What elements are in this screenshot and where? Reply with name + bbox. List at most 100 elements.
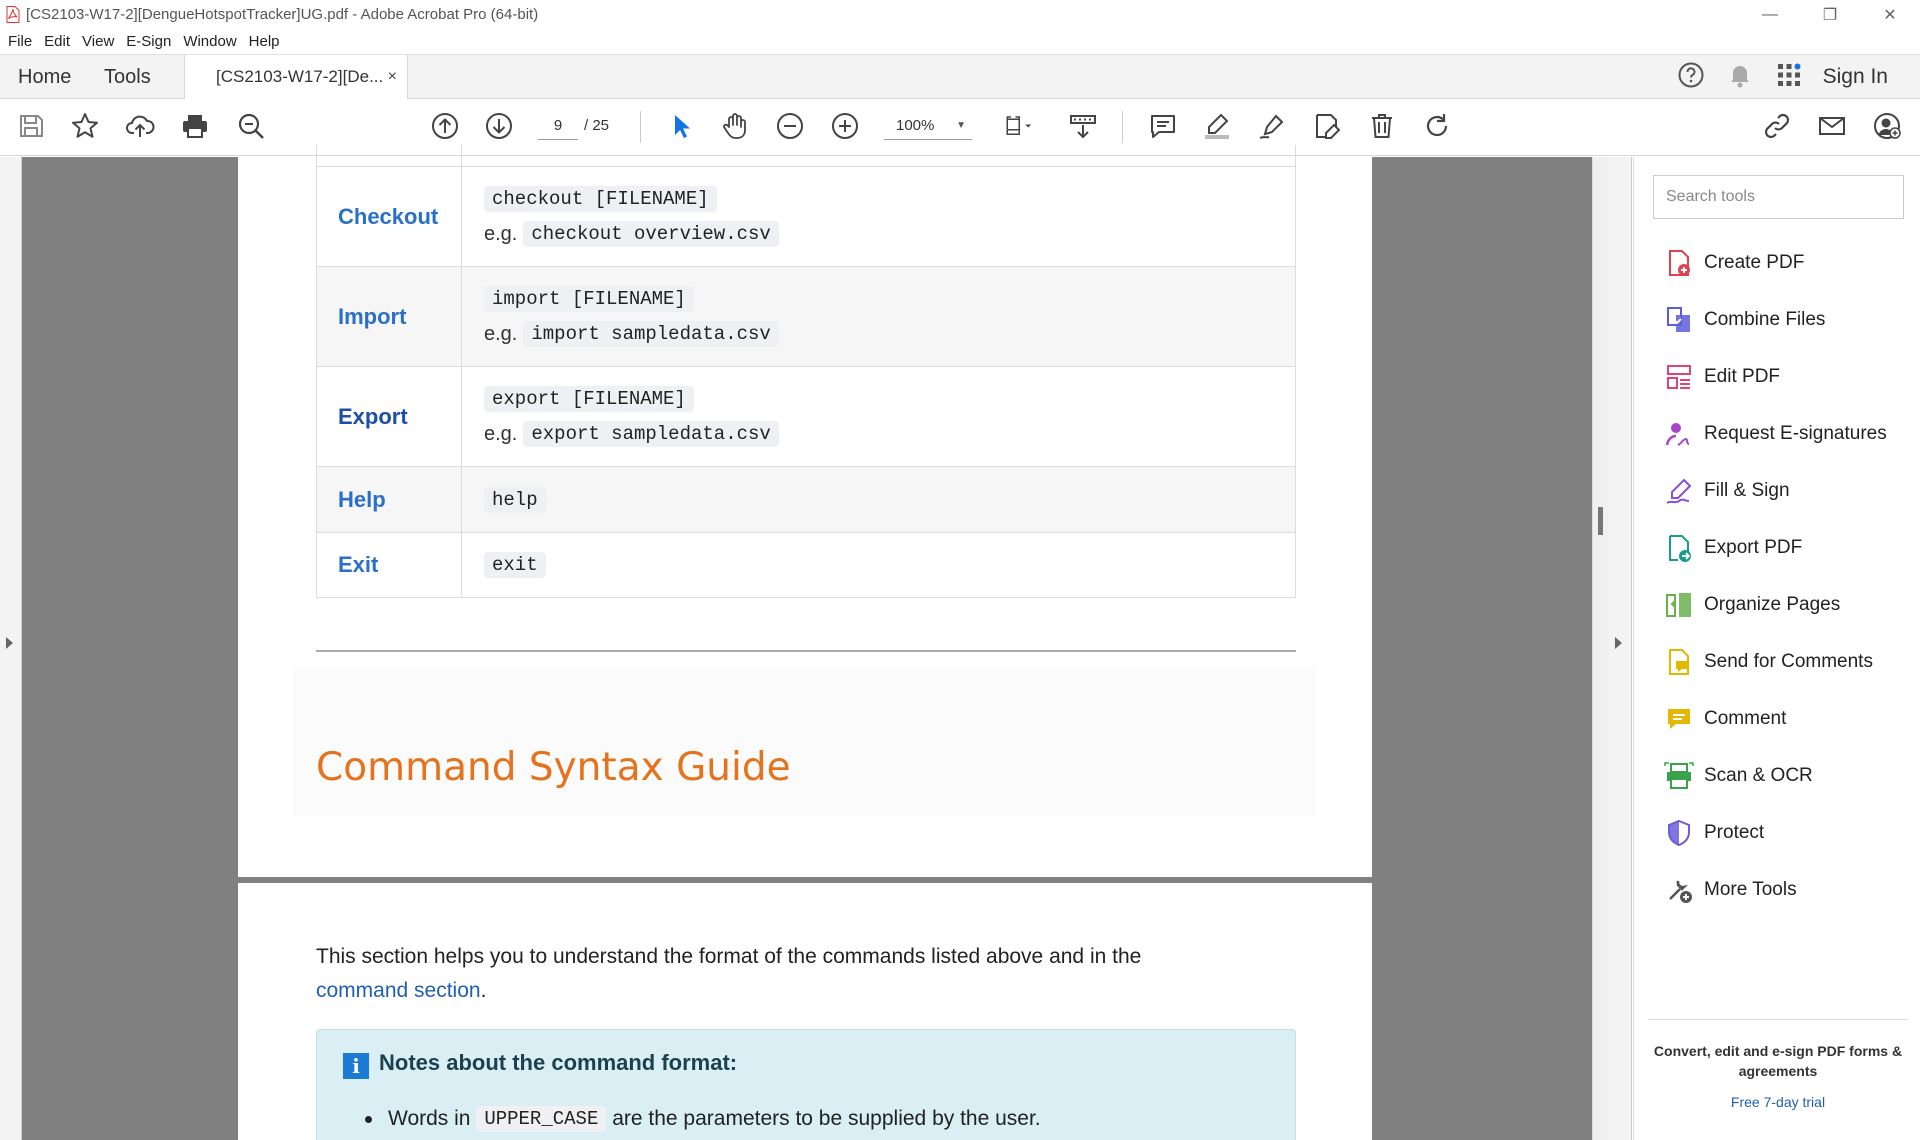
bell-icon[interactable] [1727, 61, 1753, 94]
section-intro: This section helps you to understand the… [316, 940, 1296, 1008]
horizontal-divider [316, 650, 1296, 652]
tool-item-protect[interactable]: Protect [1664, 813, 1764, 853]
window-title: [CS2103-W17-2][DengueHotspotTracker]UG.p… [26, 6, 539, 23]
add-user-icon[interactable] [1870, 109, 1904, 143]
info-icon: i [343, 1053, 369, 1079]
highlight-pen-icon[interactable] [1200, 109, 1234, 143]
tool-item-create-pdf[interactable]: Create PDF [1664, 243, 1804, 283]
zoom-in-icon[interactable] [828, 109, 862, 143]
search-tools-input[interactable]: Search tools [1653, 175, 1904, 219]
scan-ocr-icon [1664, 761, 1694, 791]
tool-item-request-e-signatures[interactable]: Request E-signatures [1664, 414, 1887, 454]
star-icon[interactable] [68, 109, 102, 143]
tool-item-send-for-comments[interactable]: Send for Comments [1664, 642, 1873, 682]
tab-tools[interactable]: Tools [104, 55, 151, 99]
zoom-level-dropdown[interactable]: 100% ▼ [884, 112, 972, 140]
command-example: import sampledata.csv [523, 321, 779, 347]
tool-item-combine-files[interactable]: Combine Files [1664, 300, 1825, 340]
previous-page-icon[interactable] [428, 109, 462, 143]
combine-files-icon [1664, 305, 1694, 335]
send-comments-icon [1664, 647, 1694, 677]
vertical-scrollbar[interactable] [1592, 157, 1609, 1140]
command-table: Checkout checkout [FILENAME] e.g. checkou… [316, 145, 1296, 598]
close-tab-icon[interactable]: × [388, 55, 397, 99]
tool-item-scan-ocr[interactable]: Scan & OCR [1664, 756, 1813, 796]
edit-text-icon[interactable] [1310, 109, 1344, 143]
menu-file[interactable]: File [8, 33, 32, 50]
page-total: / 25 [584, 117, 610, 134]
upload-cloud-icon[interactable] [123, 109, 157, 143]
chevron-right-icon [1615, 637, 1622, 649]
draw-pen-icon[interactable] [1255, 109, 1289, 143]
zoom-level-value: 100% [896, 117, 935, 134]
sign-in-button[interactable]: Sign In [1823, 65, 1888, 89]
fill-sign-icon [1664, 476, 1694, 506]
zoom-search-icon[interactable] [234, 109, 268, 143]
next-page-icon[interactable] [482, 109, 516, 143]
tool-label: More Tools [1704, 879, 1797, 900]
bullet-code: UPPER_CASE [476, 1106, 607, 1132]
rotate-icon[interactable] [1420, 109, 1454, 143]
example-prefix: e.g. [484, 222, 518, 245]
comment-tool-icon[interactable] [1146, 109, 1180, 143]
tab-bar: Home Tools [CS2103-W17-2][De... × Sign I… [0, 54, 1920, 100]
tool-label: Request E-signatures [1704, 423, 1887, 444]
select-cursor-icon[interactable] [664, 109, 698, 143]
email-icon[interactable] [1815, 109, 1849, 143]
menu-edit[interactable]: Edit [44, 33, 70, 50]
tool-item-more-tools[interactable]: More Tools [1664, 870, 1797, 910]
scroll-mode-icon[interactable] [1066, 109, 1100, 143]
comment-icon [1664, 704, 1694, 734]
command-section-link[interactable]: command section [316, 979, 481, 1002]
command-format: exit [484, 552, 546, 578]
chevron-right-icon [6, 637, 13, 649]
left-panel-toggle[interactable] [0, 157, 22, 1140]
menu-view[interactable]: View [82, 33, 114, 50]
print-icon[interactable] [178, 109, 212, 143]
page-number-input[interactable]: 9 [538, 112, 578, 140]
request-esign-icon [1664, 419, 1694, 449]
menu-window[interactable]: Window [183, 33, 236, 50]
tool-item-edit-pdf[interactable]: Edit PDF [1664, 357, 1780, 397]
tool-label: Scan & OCR [1704, 765, 1813, 786]
scrollbar-thumb[interactable] [1598, 507, 1603, 535]
tab-document[interactable]: [CS2103-W17-2][De... × [184, 55, 408, 100]
menu-esign[interactable]: E-Sign [126, 33, 171, 50]
tool-label: Combine Files [1704, 309, 1826, 330]
bullet-dot [365, 1115, 372, 1123]
table-row: Export export [FILENAME] e.g. export samp… [317, 367, 1295, 467]
free-trial-link[interactable]: Free 7-day trial [1648, 1094, 1908, 1110]
menu-help[interactable]: Help [249, 33, 280, 50]
table-row: Checkout checkout [FILENAME] e.g. checkou… [317, 167, 1295, 267]
tool-item-organize-pages[interactable]: Organize Pages [1664, 585, 1840, 625]
table-row [317, 145, 1295, 167]
table-row: Import import [FILENAME] e.g. import samp… [317, 267, 1295, 367]
help-icon[interactable] [1677, 61, 1705, 94]
minimize-button[interactable]: — [1740, 0, 1800, 29]
save-icon[interactable] [14, 109, 48, 143]
pdf-page: Checkout checkout [FILENAME] e.g. checkou… [238, 145, 1372, 877]
organize-pages-icon [1664, 590, 1694, 620]
command-name: Help [317, 467, 462, 532]
export-pdf-icon [1664, 533, 1694, 563]
page-fit-icon[interactable] [1000, 109, 1040, 143]
create-pdf-icon [1664, 248, 1694, 278]
right-panel-toggle[interactable] [1609, 157, 1632, 1140]
tool-item-fill-sign[interactable]: Fill & Sign [1664, 471, 1790, 511]
tab-home[interactable]: Home [18, 55, 71, 99]
zoom-out-icon[interactable] [773, 109, 807, 143]
restore-button[interactable]: ❐ [1800, 0, 1860, 29]
trash-icon[interactable] [1365, 109, 1399, 143]
close-window-button[interactable]: ✕ [1860, 0, 1920, 29]
command-name: Import [317, 267, 462, 366]
tool-item-export-pdf[interactable]: Export PDF [1664, 528, 1802, 568]
table-row: Help help [317, 467, 1295, 533]
bullet-suffix: are the parameters to be supplied by the… [612, 1107, 1041, 1130]
apps-grid-icon[interactable] [1775, 61, 1803, 94]
tool-item-comment[interactable]: Comment [1664, 699, 1786, 739]
edit-pdf-icon [1664, 362, 1694, 392]
protect-icon [1664, 818, 1694, 848]
hand-tool-icon[interactable] [718, 109, 752, 143]
intro-text: This section helps you to understand the… [316, 945, 1142, 968]
share-link-icon[interactable] [1760, 109, 1794, 143]
